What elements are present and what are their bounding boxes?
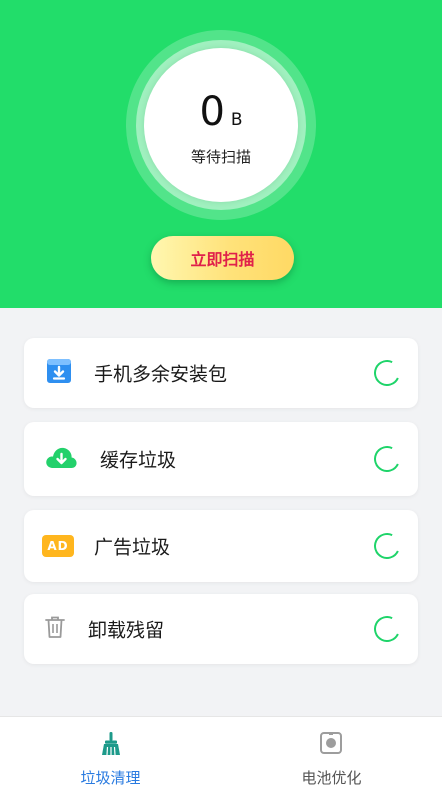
loading-spinner-icon (370, 356, 404, 390)
tab-label: 垃圾清理 (80, 769, 141, 787)
loading-spinner-icon (370, 612, 404, 646)
junk-item-cache[interactable]: 缓存垃圾 (24, 422, 418, 496)
junk-size-value: 0 (199, 89, 225, 135)
cloud-download-icon (44, 444, 78, 474)
junk-item-apk[interactable]: 手机多余安装包 (24, 338, 418, 408)
broom-icon (99, 731, 123, 761)
junk-size-unit: B (230, 110, 243, 130)
download-box-icon (46, 358, 72, 388)
junk-item-label: 广告垃圾 (94, 536, 171, 559)
tab-battery-optimize[interactable]: 电池优化 (221, 717, 442, 793)
junk-item-label: 缓存垃圾 (100, 449, 177, 472)
scan-now-button[interactable]: 立即扫描 (151, 236, 294, 280)
junk-size-readout: 0B (144, 92, 298, 132)
scan-status-text: 等待扫描 (190, 148, 251, 166)
ad-badge-icon: AD (42, 535, 74, 557)
tab-label: 电池优化 (301, 769, 362, 787)
tab-junk-clean[interactable]: 垃圾清理 (0, 717, 221, 793)
battery-box-icon (319, 731, 343, 759)
junk-item-label: 手机多余安装包 (94, 363, 228, 386)
loading-spinner-icon (370, 442, 404, 476)
junk-item-ads[interactable]: AD 广告垃圾 (24, 510, 418, 582)
trash-icon (44, 615, 66, 643)
bottom-tab-bar: 垃圾清理 电池优化 (0, 716, 442, 793)
loading-spinner-icon (370, 529, 404, 563)
junk-item-label: 卸载残留 (88, 619, 165, 642)
scan-header: 0B 等待扫描 立即扫描 (0, 0, 442, 308)
junk-item-residual[interactable]: 卸载残留 (24, 594, 418, 664)
